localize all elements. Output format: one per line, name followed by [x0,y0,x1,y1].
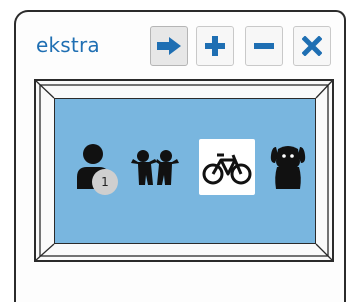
add-button[interactable] [196,26,234,66]
dog-icon [270,146,306,189]
bicycle-item[interactable] [199,139,255,195]
close-button[interactable] [293,26,331,66]
bicycle-icon [202,153,252,185]
screen-frame: 1 [34,79,334,262]
minus-icon [254,43,274,49]
children-icon [131,150,179,185]
person-item[interactable]: 1 [65,139,121,195]
activity-screen: 1 [54,98,316,244]
arrow-right-icon [157,37,181,55]
next-button[interactable] [150,26,188,66]
plus-icon [205,36,225,56]
dog-item[interactable] [260,139,316,195]
children-item[interactable] [127,139,183,195]
remove-button[interactable] [245,26,283,66]
close-icon [302,36,322,56]
panel-title: ekstra [36,33,100,57]
count-badge: 1 [92,169,118,195]
